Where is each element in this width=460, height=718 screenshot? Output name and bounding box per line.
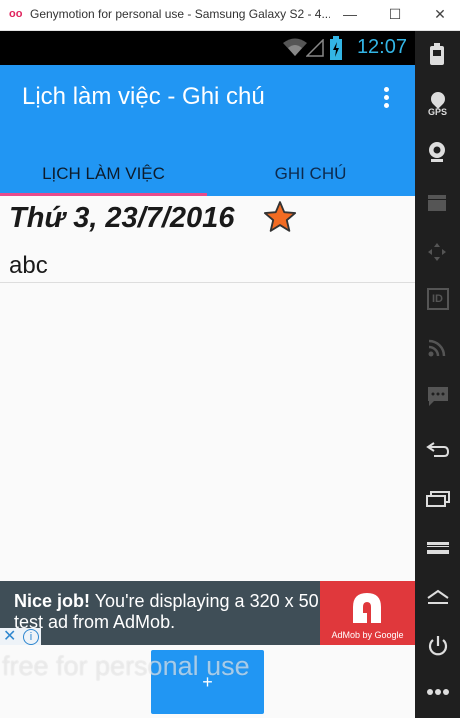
item-date: Thứ 3, 23/7/2016: [9, 202, 235, 234]
status-bar: 12:07: [0, 31, 415, 65]
minimize-button[interactable]: —: [340, 5, 360, 23]
app-bar: Lịch làm việc - Ghi chú LỊCH LÀM VIỆC GH…: [0, 65, 415, 196]
ad-close-icon[interactable]: ✕: [3, 628, 16, 645]
battery-charging-icon: [330, 36, 342, 60]
overflow-menu-icon[interactable]: [384, 87, 390, 111]
genymotion-logo-icon: oo: [9, 8, 23, 20]
item-note: abc: [9, 252, 48, 279]
tab-ghi-chu[interactable]: GHI CHÚ: [207, 152, 414, 196]
app-title: Lịch làm việc - Ghi chú: [22, 83, 265, 110]
signal-icon: [306, 39, 324, 57]
admob-icon: [353, 593, 381, 623]
clapper-icon[interactable]: [427, 194, 447, 212]
list-item[interactable]: Thứ 3, 23/7/2016 abc: [0, 196, 415, 283]
watermark: free for personal use: [2, 651, 250, 681]
battery-icon[interactable]: [429, 43, 445, 65]
ad-text: Nice job! You're displaying a 320 x 50 t…: [14, 591, 319, 633]
window-titlebar: oo Genymotion for personal use - Samsung…: [0, 0, 460, 31]
more-icon[interactable]: [426, 688, 450, 696]
gps-icon[interactable]: GPS: [415, 89, 460, 117]
phone-screen: 12:07 Lịch làm việc - Ghi chú LỊCH LÀM V…: [0, 31, 415, 718]
back-icon[interactable]: [426, 441, 450, 457]
webcam-icon[interactable]: [427, 141, 447, 163]
emulator-toolbar: GPS ID: [415, 31, 460, 718]
close-button[interactable]: ✕: [430, 5, 450, 23]
dpad-icon[interactable]: [427, 242, 447, 262]
window-title: Genymotion for personal use - Samsung Ga…: [30, 7, 330, 21]
home-icon[interactable]: [426, 589, 450, 605]
admob-brand: AdMob by Google: [331, 630, 404, 640]
recent-apps-icon[interactable]: [426, 491, 450, 507]
wifi-icon: [283, 38, 307, 56]
ad-choices-badge[interactable]: ✕ i: [0, 628, 41, 645]
chat-icon[interactable]: [427, 386, 449, 408]
maximize-button[interactable]: ☐: [385, 5, 405, 23]
star-icon[interactable]: [263, 200, 297, 234]
admob-logo: AdMob by Google: [320, 581, 415, 645]
ad-info-icon[interactable]: i: [23, 629, 39, 645]
ad-banner[interactable]: Nice job! You're displaying a 320 x 50 t…: [0, 581, 415, 645]
rss-icon[interactable]: [428, 339, 446, 357]
status-clock: 12:07: [356, 36, 407, 58]
ad-headline: Nice job!: [14, 591, 91, 611]
menu-icon[interactable]: [426, 541, 450, 555]
id-icon[interactable]: ID: [415, 288, 460, 310]
tab-lich-lam-viec[interactable]: LỊCH LÀM VIỆC: [0, 152, 207, 196]
power-icon[interactable]: [427, 635, 449, 657]
